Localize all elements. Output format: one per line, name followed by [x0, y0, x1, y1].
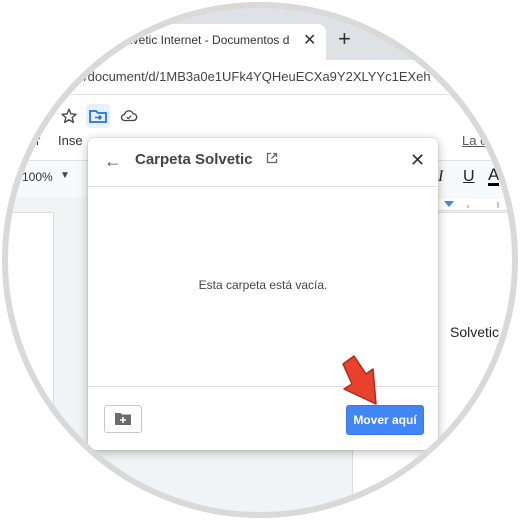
dialog-header: ← Carpeta Solvetic ✕ [88, 138, 438, 187]
ruler [438, 198, 518, 211]
document-page [2, 212, 54, 518]
menu-item-prev[interactable]: r [36, 133, 40, 148]
cloud-saved-icon[interactable] [120, 108, 138, 124]
chevron-down-icon[interactable]: ▼ [60, 170, 70, 181]
ruler-marker-icon [444, 201, 518, 208]
new-folder-icon [115, 413, 131, 425]
underline-icon[interactable]: U [463, 168, 475, 186]
open-external-icon[interactable] [266, 152, 278, 164]
new-folder-button[interactable] [104, 405, 142, 433]
new-tab-icon[interactable]: + [338, 26, 351, 52]
dialog-title: Carpeta Solvetic [135, 151, 253, 168]
text-color-icon[interactable]: A [488, 166, 500, 186]
italic-icon[interactable]: I [438, 168, 443, 186]
star-icon[interactable] [60, 107, 78, 125]
last-edit-link[interactable]: La c [462, 133, 487, 148]
document-text: Solvetic [450, 324, 500, 340]
empty-folder-message: Esta carpeta está vacía. [198, 278, 328, 292]
move-folder-button[interactable] [86, 104, 110, 128]
url-text[interactable]: /document/d/1MB3a0e1UFk4YQHeuECXa9Y2XLYY… [84, 69, 431, 84]
back-arrow-icon[interactable]: ← [104, 151, 122, 172]
menu-item-insert[interactable]: Inse [58, 133, 83, 148]
tab-title: lvetic Internet - Documentos d [130, 33, 290, 47]
close-icon[interactable]: ✕ [410, 150, 425, 171]
zoom-select[interactable]: 100% [22, 170, 53, 184]
annotation-arrow-icon [342, 355, 377, 405]
address-bar[interactable]: /document/d/1MB3a0e1UFk4YQHeuECXa9Y2XLYY… [2, 60, 518, 95]
browser-tab-strip: lvetic Internet - Documentos d ✕ + [2, 2, 518, 60]
browser-tab[interactable]: lvetic Internet - Documentos d ✕ [82, 24, 326, 60]
move-folder-icon [89, 110, 107, 123]
screenshot-viewport: lvetic Internet - Documentos d ✕ + /docu… [2, 2, 518, 518]
close-tab-icon[interactable]: ✕ [303, 30, 316, 50]
